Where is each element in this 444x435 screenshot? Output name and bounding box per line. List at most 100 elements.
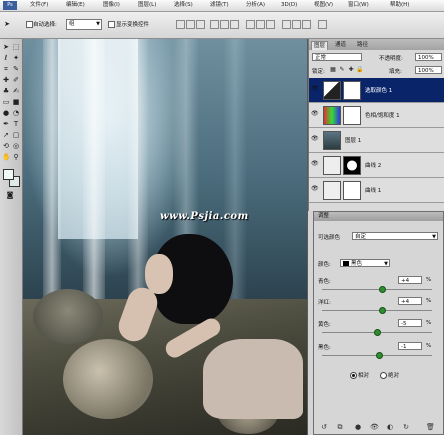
document-canvas[interactable]: www.Psjia.com: [23, 39, 307, 435]
chevron-down-icon: ▼: [384, 261, 388, 267]
menu-analysis[interactable]: 分析(A): [246, 1, 265, 10]
hand-tool-icon[interactable]: ✋: [2, 153, 11, 161]
tab-layers[interactable]: 图层: [311, 41, 329, 50]
absolute-radio[interactable]: [380, 372, 387, 379]
layer-row[interactable]: 👁 曲线 2: [309, 153, 444, 178]
move-tool-icon[interactable]: ➤: [3, 20, 11, 28]
menu-select[interactable]: 选择(S): [174, 1, 193, 10]
distribute-right-icon[interactable]: [302, 20, 311, 29]
magic-wand-icon[interactable]: ✦: [12, 54, 20, 62]
align-left-icon[interactable]: [210, 20, 219, 29]
back-arrow-icon[interactable]: ↺: [320, 423, 328, 431]
align-top-icon[interactable]: [176, 20, 185, 29]
distribute-top-icon[interactable]: [246, 20, 255, 29]
view-previous-icon[interactable]: ◐: [386, 423, 394, 431]
fill-input[interactable]: 100%: [415, 66, 442, 74]
lock-transparency-icon[interactable]: ▦: [329, 66, 337, 74]
zoom-tool-icon[interactable]: ⚲: [12, 153, 20, 161]
layer-row[interactable]: 👁 图层 1: [309, 128, 444, 153]
preset-dropdown[interactable]: 自定 ▼: [352, 232, 438, 240]
eyedropper-icon[interactable]: ✎: [12, 65, 20, 73]
magenta-slider[interactable]: [322, 307, 432, 314]
auto-select-checkbox[interactable]: [26, 21, 33, 28]
black-slider-knob[interactable]: [376, 352, 383, 359]
quick-mask-icon[interactable]: ◙: [6, 191, 14, 199]
black-slider[interactable]: [322, 352, 432, 359]
menu-layer[interactable]: 图层(L): [138, 1, 156, 10]
eye-icon[interactable]: 👁: [311, 86, 319, 92]
brush-tool-icon[interactable]: ✐: [12, 76, 20, 84]
lasso-tool-icon[interactable]: ℓ: [2, 54, 10, 62]
menu-help[interactable]: 帮助(H): [390, 1, 409, 10]
lock-position-icon[interactable]: ✚: [347, 66, 355, 74]
cyan-slider-knob[interactable]: [379, 286, 386, 293]
menu-file[interactable]: 文件(F): [30, 1, 48, 10]
clone-stamp-icon[interactable]: ♣: [2, 87, 10, 95]
auto-select-dropdown[interactable]: 组 ▼: [66, 19, 102, 30]
crop-tool-icon[interactable]: ⌗: [2, 65, 10, 73]
marquee-tool-icon[interactable]: ⬚: [12, 43, 20, 51]
distribute-bottom-icon[interactable]: [266, 20, 275, 29]
eye-icon[interactable]: 👁: [311, 111, 319, 117]
expand-view-icon[interactable]: ⧉: [336, 423, 344, 431]
foreground-color-swatch[interactable]: [3, 169, 14, 180]
relative-label: 相对: [358, 373, 370, 379]
healing-brush-icon[interactable]: ✚: [2, 76, 10, 84]
3d-orbit-icon[interactable]: ◎: [12, 142, 20, 150]
visibility-icon[interactable]: 👁: [370, 423, 379, 431]
lock-all-icon[interactable]: 🔒: [356, 66, 364, 74]
blend-mode-dropdown[interactable]: 正常: [312, 53, 362, 61]
layer-row[interactable]: 👁 曲线 1: [309, 178, 444, 203]
align-center-icon[interactable]: [220, 20, 229, 29]
lock-pixels-icon[interactable]: ✎: [338, 66, 346, 74]
menu-filter[interactable]: 滤镜(T): [210, 1, 229, 10]
show-transform-checkbox[interactable]: [108, 21, 115, 28]
layer-mask-thumbnail: [343, 81, 361, 100]
shape-tool-icon[interactable]: ▢: [12, 131, 20, 139]
relative-radio[interactable]: [350, 372, 357, 379]
layer-row[interactable]: 👁 色相/饱和度 1: [309, 103, 444, 128]
eye-icon[interactable]: 👁: [311, 136, 319, 142]
black-input[interactable]: -1: [398, 342, 422, 350]
pen-tool-icon[interactable]: ✒: [2, 120, 10, 128]
blur-tool-icon[interactable]: ●: [2, 109, 10, 117]
menu-window[interactable]: 窗口(W): [348, 1, 369, 10]
distribute-center-icon[interactable]: [292, 20, 301, 29]
opacity-input[interactable]: 100%: [415, 53, 442, 61]
magenta-slider-knob[interactable]: [379, 307, 386, 314]
type-tool-icon[interactable]: T: [12, 120, 20, 128]
trash-icon[interactable]: 🗑: [426, 423, 435, 431]
reset-icon[interactable]: ↻: [402, 423, 410, 431]
layer-mask-thumbnail: [343, 181, 361, 200]
history-brush-icon[interactable]: ✍: [12, 87, 20, 95]
align-middle-icon[interactable]: [186, 20, 195, 29]
menu-edit[interactable]: 编辑(E): [66, 1, 85, 10]
move-tool-icon[interactable]: ➤: [2, 43, 10, 51]
auto-align-icon[interactable]: [318, 20, 327, 29]
magenta-input[interactable]: +4: [398, 297, 422, 305]
clip-to-layer-icon[interactable]: ●: [354, 423, 362, 431]
yellow-slider-knob[interactable]: [374, 329, 381, 336]
3d-rotate-icon[interactable]: ⟲: [2, 142, 10, 150]
layer-row[interactable]: 👁 选取颜色 1: [309, 78, 444, 103]
align-bottom-icon[interactable]: [196, 20, 205, 29]
distribute-middle-icon[interactable]: [256, 20, 265, 29]
distribute-left-icon[interactable]: [282, 20, 291, 29]
tab-channels[interactable]: 通道: [333, 41, 348, 49]
align-right-icon[interactable]: [230, 20, 239, 29]
colors-dropdown[interactable]: 黑色 ▼: [340, 259, 390, 267]
gradient-tool-icon[interactable]: ■: [12, 98, 20, 106]
eraser-tool-icon[interactable]: ▭: [2, 98, 10, 106]
eye-icon[interactable]: 👁: [311, 161, 319, 167]
cyan-input[interactable]: +4: [398, 276, 422, 284]
yellow-input[interactable]: -5: [398, 319, 422, 327]
path-select-icon[interactable]: ➚: [2, 131, 10, 139]
yellow-slider[interactable]: [322, 329, 432, 336]
tab-paths[interactable]: 路径: [355, 41, 370, 49]
menu-view[interactable]: 视图(V): [314, 1, 333, 10]
cyan-slider[interactable]: [322, 286, 432, 293]
eye-icon[interactable]: 👁: [311, 186, 319, 192]
dodge-tool-icon[interactable]: ◔: [12, 109, 20, 117]
menu-image[interactable]: 图像(I): [103, 1, 120, 10]
menu-3d[interactable]: 3D(D): [281, 1, 297, 10]
